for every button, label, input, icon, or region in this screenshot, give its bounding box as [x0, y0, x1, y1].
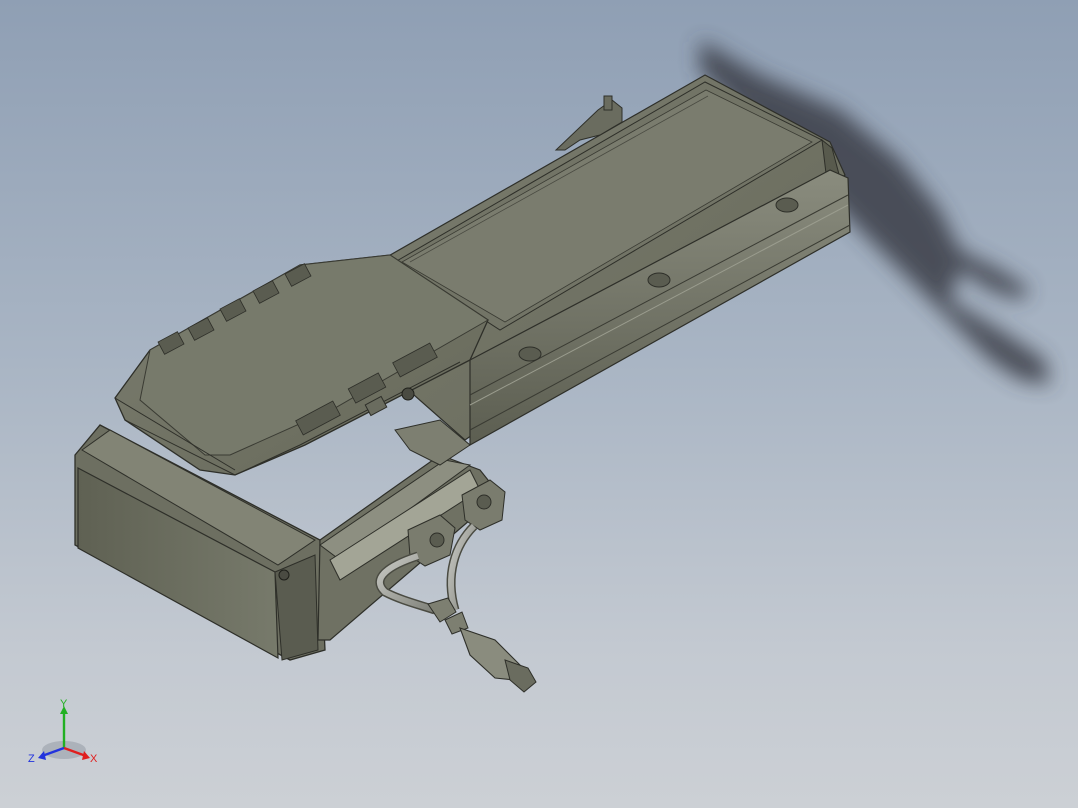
actuator-rail[interactable]: [379, 74, 851, 447]
cad-viewport[interactable]: Y X Z: [0, 0, 1078, 808]
x-axis-label: X: [90, 753, 98, 765]
axis-triad: Y X Z: [28, 698, 98, 765]
y-axis-label: Y: [60, 698, 68, 710]
model-render[interactable]: Y X Z: [0, 0, 1078, 808]
z-axis-label: Z: [28, 753, 35, 765]
